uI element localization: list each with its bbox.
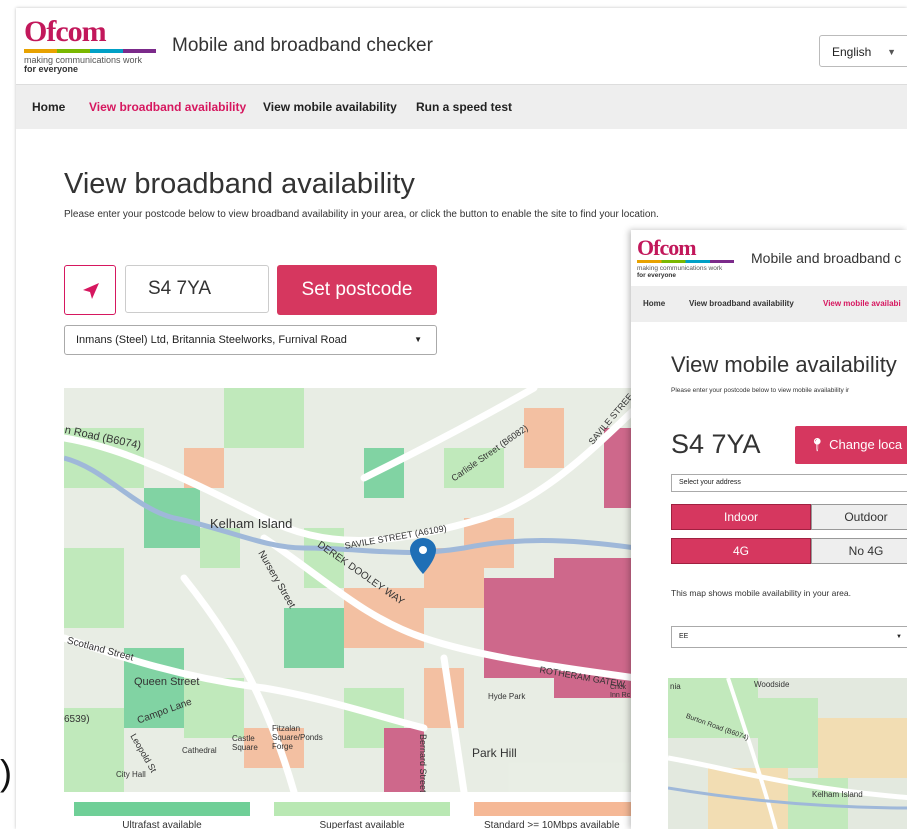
legend-superfast-label: Superfast available bbox=[319, 820, 405, 829]
4g-toggle[interactable]: 4G bbox=[671, 538, 811, 564]
main-nav: Home View broadband availability View mo… bbox=[631, 286, 907, 322]
ofcom-logo[interactable]: Ofcom making communications work for eve… bbox=[637, 235, 747, 282]
chevron-down-icon: ▼ bbox=[896, 634, 902, 640]
logo-wordmark: Ofcom bbox=[637, 235, 697, 260]
stray-parenthesis: ) bbox=[0, 752, 12, 793]
map-label: Fitzalan Square/Ponds Forge bbox=[272, 724, 323, 751]
map-label: Kelham Island bbox=[812, 790, 863, 799]
postcode-input[interactable]: S4 7YA bbox=[125, 265, 269, 313]
network-value: EE bbox=[679, 633, 689, 640]
map-label: Cathedral bbox=[182, 746, 217, 755]
logo-color-bar bbox=[637, 260, 734, 263]
indoor-toggle[interactable]: Indoor bbox=[671, 504, 811, 530]
map-label: Kelham Island bbox=[210, 516, 293, 531]
network-select[interactable]: EE ▼ bbox=[671, 626, 907, 648]
no-4g-toggle[interactable]: No 4G bbox=[811, 538, 907, 564]
change-location-button[interactable]: 📍︎ Change loca bbox=[795, 426, 907, 464]
outdoor-toggle[interactable]: Outdoor bbox=[811, 504, 907, 530]
nav-broadband[interactable]: View broadband availability bbox=[689, 286, 794, 322]
nav-home[interactable]: Home bbox=[643, 286, 665, 322]
chevron-down-icon: ▼ bbox=[414, 335, 422, 344]
nav-broadband[interactable]: View broadband availability bbox=[89, 85, 246, 129]
address-select[interactable]: Inmans (Steel) Ltd, Britannia Steelworks… bbox=[64, 325, 437, 355]
map-marker-icon: 📍︎ bbox=[809, 437, 826, 452]
map-tiles bbox=[668, 678, 907, 829]
logo-tagline-2: for everyone bbox=[637, 272, 677, 279]
map-label: 6539) bbox=[64, 714, 90, 725]
broadband-map[interactable]: n Road (B6074) Kelham Island SAVILE STRE… bbox=[64, 388, 636, 792]
map-label: Hyde Park bbox=[488, 692, 526, 701]
main-nav: Home View broadband availability View mo… bbox=[16, 84, 907, 129]
postcode-display: S4 7YA bbox=[671, 429, 761, 459]
map-label: Queen Street bbox=[134, 676, 200, 688]
legend-superfast-swatch bbox=[274, 802, 450, 816]
set-postcode-button[interactable]: Set postcode bbox=[277, 265, 437, 315]
nav-home[interactable]: Home bbox=[32, 85, 65, 129]
locate-me-button[interactable] bbox=[64, 265, 116, 315]
legend-standard-swatch bbox=[474, 802, 638, 816]
chevron-down-icon: ▼ bbox=[887, 47, 896, 57]
page-title: View broadband availability bbox=[64, 168, 415, 200]
language-select[interactable]: English ▼ bbox=[819, 35, 907, 67]
location-arrow-icon bbox=[83, 283, 99, 299]
map-label: Park Hill bbox=[472, 746, 517, 760]
map-label: nia bbox=[670, 682, 681, 691]
change-location-label: Change loca bbox=[829, 437, 903, 452]
mobile-map[interactable]: nia Woodside Burton Road (B6074) Kelham … bbox=[668, 678, 907, 829]
address-value: Inmans (Steel) Ltd, Britannia Steelworks… bbox=[76, 334, 347, 346]
mobile-checker-overlay: Ofcom making communications work for eve… bbox=[631, 230, 907, 829]
legend-standard-label: Standard >= 10Mbps available bbox=[484, 820, 620, 829]
page-intro: Please enter your postcode below to view… bbox=[64, 209, 659, 220]
logo-color-bar bbox=[24, 49, 156, 53]
nav-mobile[interactable]: View mobile availabi bbox=[823, 286, 901, 322]
language-value: English bbox=[832, 45, 872, 59]
map-label: Castle Square bbox=[232, 734, 258, 752]
map-info-text: This map shows mobile availability in yo… bbox=[671, 588, 851, 598]
address-select[interactable]: Select your address bbox=[671, 474, 907, 492]
nav-speed-test[interactable]: Run a speed test bbox=[416, 85, 512, 129]
nav-mobile[interactable]: View mobile availability bbox=[263, 85, 397, 129]
map-label: Woodside bbox=[754, 680, 790, 689]
ofcom-logo[interactable]: Ofcom making communications work for eve… bbox=[24, 15, 156, 78]
page-intro: Please enter your postcode below to view… bbox=[671, 387, 850, 394]
app-title: Mobile and broadband checker bbox=[172, 35, 433, 56]
map-label: City Hall bbox=[116, 770, 146, 779]
map-label: Bernard Street (B6 bbox=[418, 734, 428, 792]
page-title: View mobile availability bbox=[671, 352, 897, 377]
logo-tagline-2: for everyone bbox=[24, 64, 79, 74]
map-tiles bbox=[64, 388, 636, 792]
site-header: Ofcom making communications work for eve… bbox=[16, 8, 907, 84]
app-title: Mobile and broadband c bbox=[751, 250, 902, 266]
logo-wordmark: Ofcom bbox=[24, 15, 107, 48]
legend-ultrafast-swatch bbox=[74, 802, 250, 816]
legend-ultrafast-label: Ultrafast available bbox=[122, 820, 202, 829]
logo-tagline: making communications work bbox=[637, 265, 723, 272]
